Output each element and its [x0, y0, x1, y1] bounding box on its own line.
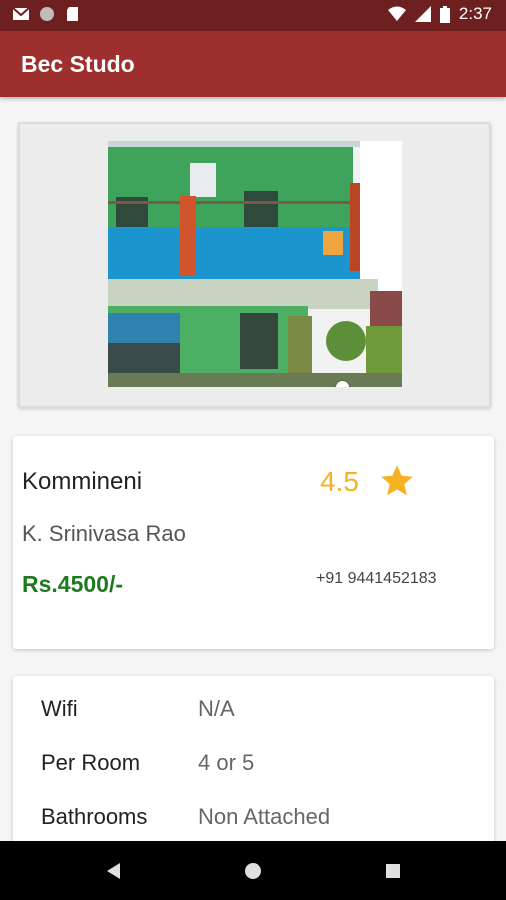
- status-bar: 2:37: [0, 0, 506, 31]
- owner-name: K. Srinivasa Rao: [22, 521, 186, 546]
- app-bar: Bec Studo: [0, 31, 506, 97]
- home-icon[interactable]: [241, 859, 265, 883]
- detail-label: Wifi: [41, 696, 78, 721]
- signal-icon: [414, 6, 431, 22]
- detail-value: Non Attached: [198, 804, 331, 829]
- page-title: Bec Studo: [21, 51, 135, 77]
- listing-details-card: Wifi N/A Per Room 4 or 5 Bathrooms Non A…: [13, 676, 494, 856]
- image-carousel-card: [18, 122, 491, 408]
- circle-icon: [40, 7, 54, 21]
- status-time: 2:37: [458, 4, 492, 23]
- detail-value: 4 or 5: [198, 750, 255, 775]
- carousel-indicator-dot[interactable]: [336, 381, 349, 387]
- star-icon: [381, 465, 413, 496]
- detail-label: Bathrooms: [41, 804, 148, 829]
- navigation-bar: [0, 841, 506, 900]
- sd-card-icon: [67, 7, 78, 21]
- back-icon[interactable]: [102, 859, 126, 883]
- battery-icon: [439, 5, 450, 23]
- listing-info-card: Kommineni 4.5 K. Srinivasa Rao Rs.4500/-…: [13, 436, 494, 649]
- wifi-icon: [387, 6, 406, 21]
- rating-value: 4.5: [320, 466, 359, 497]
- listing-name: Kommineni: [22, 468, 143, 495]
- house-image: [108, 141, 402, 387]
- recents-icon[interactable]: [381, 859, 405, 883]
- property-photo[interactable]: [108, 141, 402, 387]
- detail-value: N/A: [198, 696, 235, 721]
- price: Rs.4500/-: [22, 571, 124, 597]
- phone-number[interactable]: +91 9441452183: [316, 570, 437, 588]
- gmail-icon: [12, 7, 30, 20]
- detail-label: Per Room: [41, 750, 141, 775]
